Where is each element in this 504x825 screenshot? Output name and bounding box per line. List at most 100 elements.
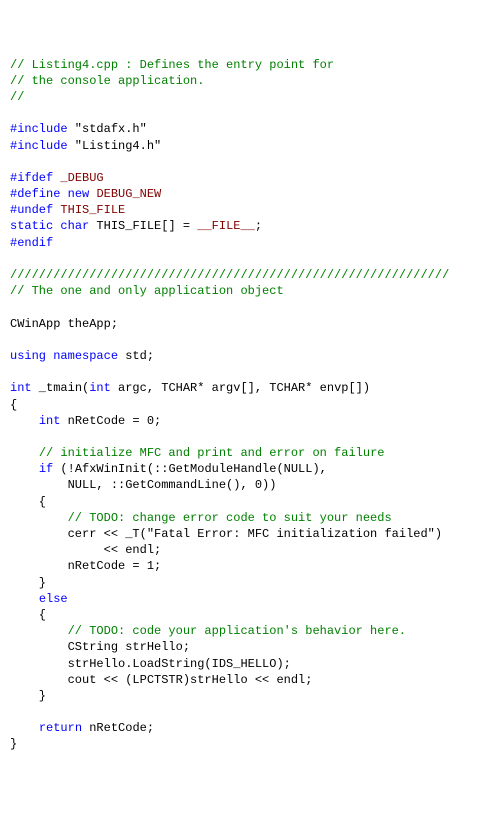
code-line: // TODO: code your application's behavio… bbox=[10, 623, 494, 639]
code-line bbox=[10, 251, 494, 267]
code-token: { bbox=[10, 608, 46, 622]
code-line: static char THIS_FILE[] = __FILE__; bbox=[10, 218, 494, 234]
code-line: // Listing4.cpp : Defines the entry poin… bbox=[10, 57, 494, 73]
code-line bbox=[10, 154, 494, 170]
code-token: } bbox=[10, 689, 46, 703]
code-line bbox=[10, 105, 494, 121]
code-token bbox=[10, 414, 39, 428]
code-token: int bbox=[89, 381, 111, 395]
code-token: THIS_FILE[] = bbox=[89, 219, 197, 233]
code-line: using namespace std; bbox=[10, 348, 494, 364]
code-line bbox=[10, 429, 494, 445]
code-token: // bbox=[10, 90, 24, 104]
code-token: #undef bbox=[10, 203, 53, 217]
code-token: namespace bbox=[53, 349, 118, 363]
code-line: cerr << _T("Fatal Error: MFC initializat… bbox=[10, 526, 494, 542]
code-token: argc, TCHAR* argv[], TCHAR* envp[]) bbox=[111, 381, 370, 395]
code-token: static bbox=[10, 219, 53, 233]
code-token: // The one and only application object bbox=[10, 284, 284, 298]
code-token: "stdafx.h" bbox=[68, 122, 147, 136]
code-line: #define new DEBUG_NEW bbox=[10, 186, 494, 202]
code-line: return nRetCode; bbox=[10, 720, 494, 736]
code-token: using bbox=[10, 349, 46, 363]
code-line: // the console application. bbox=[10, 73, 494, 89]
code-token: _tmain( bbox=[32, 381, 90, 395]
code-line: cout << (LPCTSTR)strHello << endl; bbox=[10, 672, 494, 688]
code-line: { bbox=[10, 494, 494, 510]
code-token: new bbox=[68, 187, 90, 201]
code-token: #include bbox=[10, 122, 68, 136]
code-token: _DEBUG bbox=[60, 171, 103, 185]
code-token bbox=[10, 721, 39, 735]
code-token: DEBUG_NEW bbox=[96, 187, 161, 201]
code-line: << endl; bbox=[10, 542, 494, 558]
code-token: std; bbox=[118, 349, 154, 363]
code-line: #include "stdafx.h" bbox=[10, 121, 494, 137]
code-line: // bbox=[10, 89, 494, 105]
code-token: return bbox=[39, 721, 82, 735]
code-line: ////////////////////////////////////////… bbox=[10, 267, 494, 283]
code-token: #define bbox=[10, 187, 60, 201]
code-token: } bbox=[10, 737, 17, 751]
code-line: strHello.LoadString(IDS_HELLO); bbox=[10, 656, 494, 672]
code-line: #endif bbox=[10, 235, 494, 251]
code-line: } bbox=[10, 736, 494, 752]
code-line: CWinApp theApp; bbox=[10, 316, 494, 332]
code-token: ; bbox=[255, 219, 262, 233]
code-token: #include bbox=[10, 139, 68, 153]
code-token bbox=[10, 592, 39, 606]
code-token: { bbox=[10, 495, 46, 509]
code-line: } bbox=[10, 688, 494, 704]
code-line: int _tmain(int argc, TCHAR* argv[], TCHA… bbox=[10, 380, 494, 396]
code-token: cerr << _T("Fatal Error: MFC initializat… bbox=[10, 527, 442, 541]
code-token: nRetCode = 0; bbox=[60, 414, 161, 428]
code-line: else bbox=[10, 591, 494, 607]
code-token: else bbox=[39, 592, 68, 606]
code-line: // initialize MFC and print and error on… bbox=[10, 445, 494, 461]
code-line bbox=[10, 364, 494, 380]
code-token: "Listing4.h" bbox=[68, 139, 162, 153]
code-line bbox=[10, 332, 494, 348]
code-token: } bbox=[10, 576, 46, 590]
code-token: #ifdef bbox=[10, 171, 53, 185]
code-line: { bbox=[10, 397, 494, 413]
code-line: int nRetCode = 0; bbox=[10, 413, 494, 429]
code-token: int bbox=[39, 414, 61, 428]
code-line: { bbox=[10, 607, 494, 623]
code-token: // the console application. bbox=[10, 74, 204, 88]
code-line: #ifdef _DEBUG bbox=[10, 170, 494, 186]
code-line bbox=[10, 299, 494, 315]
code-token: NULL, ::GetCommandLine(), 0)) bbox=[10, 478, 276, 492]
code-token: int bbox=[10, 381, 32, 395]
code-token: ////////////////////////////////////////… bbox=[10, 268, 449, 282]
code-token: nRetCode; bbox=[82, 721, 154, 735]
code-line: // TODO: change error code to suit your … bbox=[10, 510, 494, 526]
code-token: << endl; bbox=[10, 543, 161, 557]
code-line: if (!AfxWinInit(::GetModuleHandle(NULL), bbox=[10, 461, 494, 477]
code-token: // initialize MFC and print and error on… bbox=[39, 446, 385, 460]
code-token: CString strHello; bbox=[10, 640, 190, 654]
code-token: // TODO: code your application's behavio… bbox=[68, 624, 406, 638]
code-token bbox=[10, 511, 68, 525]
code-listing: // Listing4.cpp : Defines the entry poin… bbox=[10, 57, 494, 753]
code-token bbox=[10, 624, 68, 638]
code-token: nRetCode = 1; bbox=[10, 559, 161, 573]
code-token: cout << (LPCTSTR)strHello << endl; bbox=[10, 673, 312, 687]
code-line: } bbox=[10, 575, 494, 591]
code-token: __FILE__ bbox=[197, 219, 255, 233]
code-line: // The one and only application object bbox=[10, 283, 494, 299]
code-line bbox=[10, 704, 494, 720]
code-line: #undef THIS_FILE bbox=[10, 202, 494, 218]
code-token: strHello.LoadString(IDS_HELLO); bbox=[10, 657, 291, 671]
code-token: if bbox=[39, 462, 53, 476]
code-line: #include "Listing4.h" bbox=[10, 138, 494, 154]
code-token: THIS_FILE bbox=[60, 203, 125, 217]
code-line: NULL, ::GetCommandLine(), 0)) bbox=[10, 477, 494, 493]
code-token: CWinApp theApp; bbox=[10, 317, 118, 331]
code-token bbox=[60, 187, 67, 201]
code-token: // Listing4.cpp : Defines the entry poin… bbox=[10, 58, 334, 72]
code-line: CString strHello; bbox=[10, 639, 494, 655]
code-token bbox=[10, 462, 39, 476]
code-token: char bbox=[60, 219, 89, 233]
code-token bbox=[10, 446, 39, 460]
